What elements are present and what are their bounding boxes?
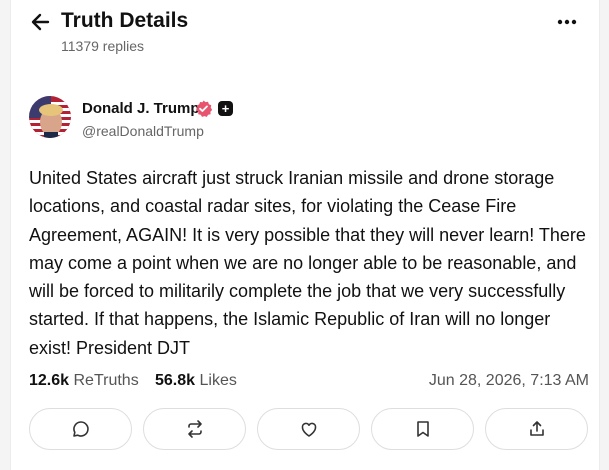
back-button[interactable] — [29, 10, 53, 34]
page-title: Truth Details — [61, 9, 189, 32]
author-name[interactable]: Donald J. Trump — [82, 100, 200, 117]
retruth-icon — [187, 420, 202, 438]
share-icon — [529, 421, 544, 436]
retruths-stat[interactable]: 12.6k ReTruths — [29, 372, 139, 390]
more-horizontal-icon — [557, 19, 577, 25]
retruths-count: 12.6k — [29, 372, 70, 389]
author-handle[interactable]: @realDonaldTrump — [82, 123, 204, 139]
post-text: United States aircraft just struck Irani… — [29, 168, 586, 358]
like-button[interactable] — [257, 408, 360, 450]
likes-stat[interactable]: 56.8k Likes — [155, 372, 237, 390]
likes-label: Likes — [199, 372, 237, 389]
truth-details-page: Truth Details 11379 replies Donald J. Tr… — [10, 0, 600, 470]
post-timestamp: Jun 28, 2026, 7:13 AM — [428, 372, 589, 389]
reply-button[interactable] — [29, 408, 132, 450]
verified-badge-icon — [195, 100, 213, 117]
avatar[interactable] — [29, 96, 71, 138]
page-header: Truth Details 11379 replies — [11, 0, 601, 70]
arrow-left-icon — [31, 13, 50, 31]
share-button[interactable] — [485, 408, 588, 450]
likes-count: 56.8k — [155, 372, 196, 389]
reply-icon — [72, 421, 89, 437]
replies-count: 11379 replies — [61, 38, 145, 54]
bookmark-icon — [416, 421, 429, 437]
plus-badge: + — [218, 101, 233, 116]
retruths-label: ReTruths — [73, 372, 139, 389]
action-bar — [29, 408, 589, 454]
bookmark-button[interactable] — [371, 408, 474, 450]
more-options-button[interactable] — [555, 12, 579, 32]
retruth-button[interactable] — [143, 408, 246, 450]
like-icon — [301, 422, 316, 437]
avatar-image — [29, 96, 71, 138]
post-stats: 12.6k ReTruths 56.8k Likes Jun 28, 2026,… — [29, 372, 589, 396]
